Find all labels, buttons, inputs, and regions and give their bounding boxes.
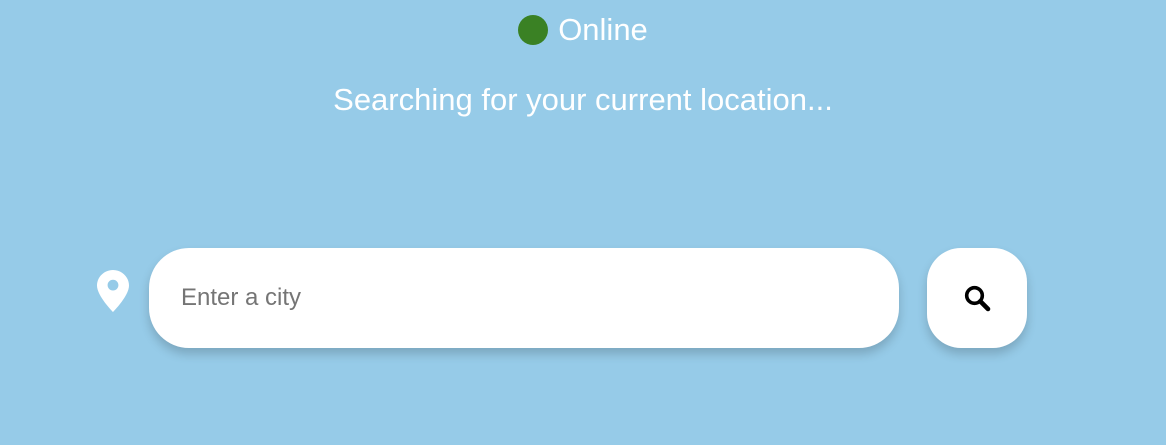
search-icon: [964, 285, 991, 312]
location-pin-icon[interactable]: [96, 269, 130, 313]
location-search-message: Searching for your current location...: [333, 82, 833, 117]
search-button[interactable]: [927, 248, 1027, 348]
status-label: Online: [558, 12, 648, 47]
connection-status: Online: [0, 12, 1166, 48]
status-indicator-dot: [518, 15, 549, 45]
city-search-input[interactable]: [179, 283, 869, 313]
city-search-field[interactable]: [149, 248, 899, 348]
